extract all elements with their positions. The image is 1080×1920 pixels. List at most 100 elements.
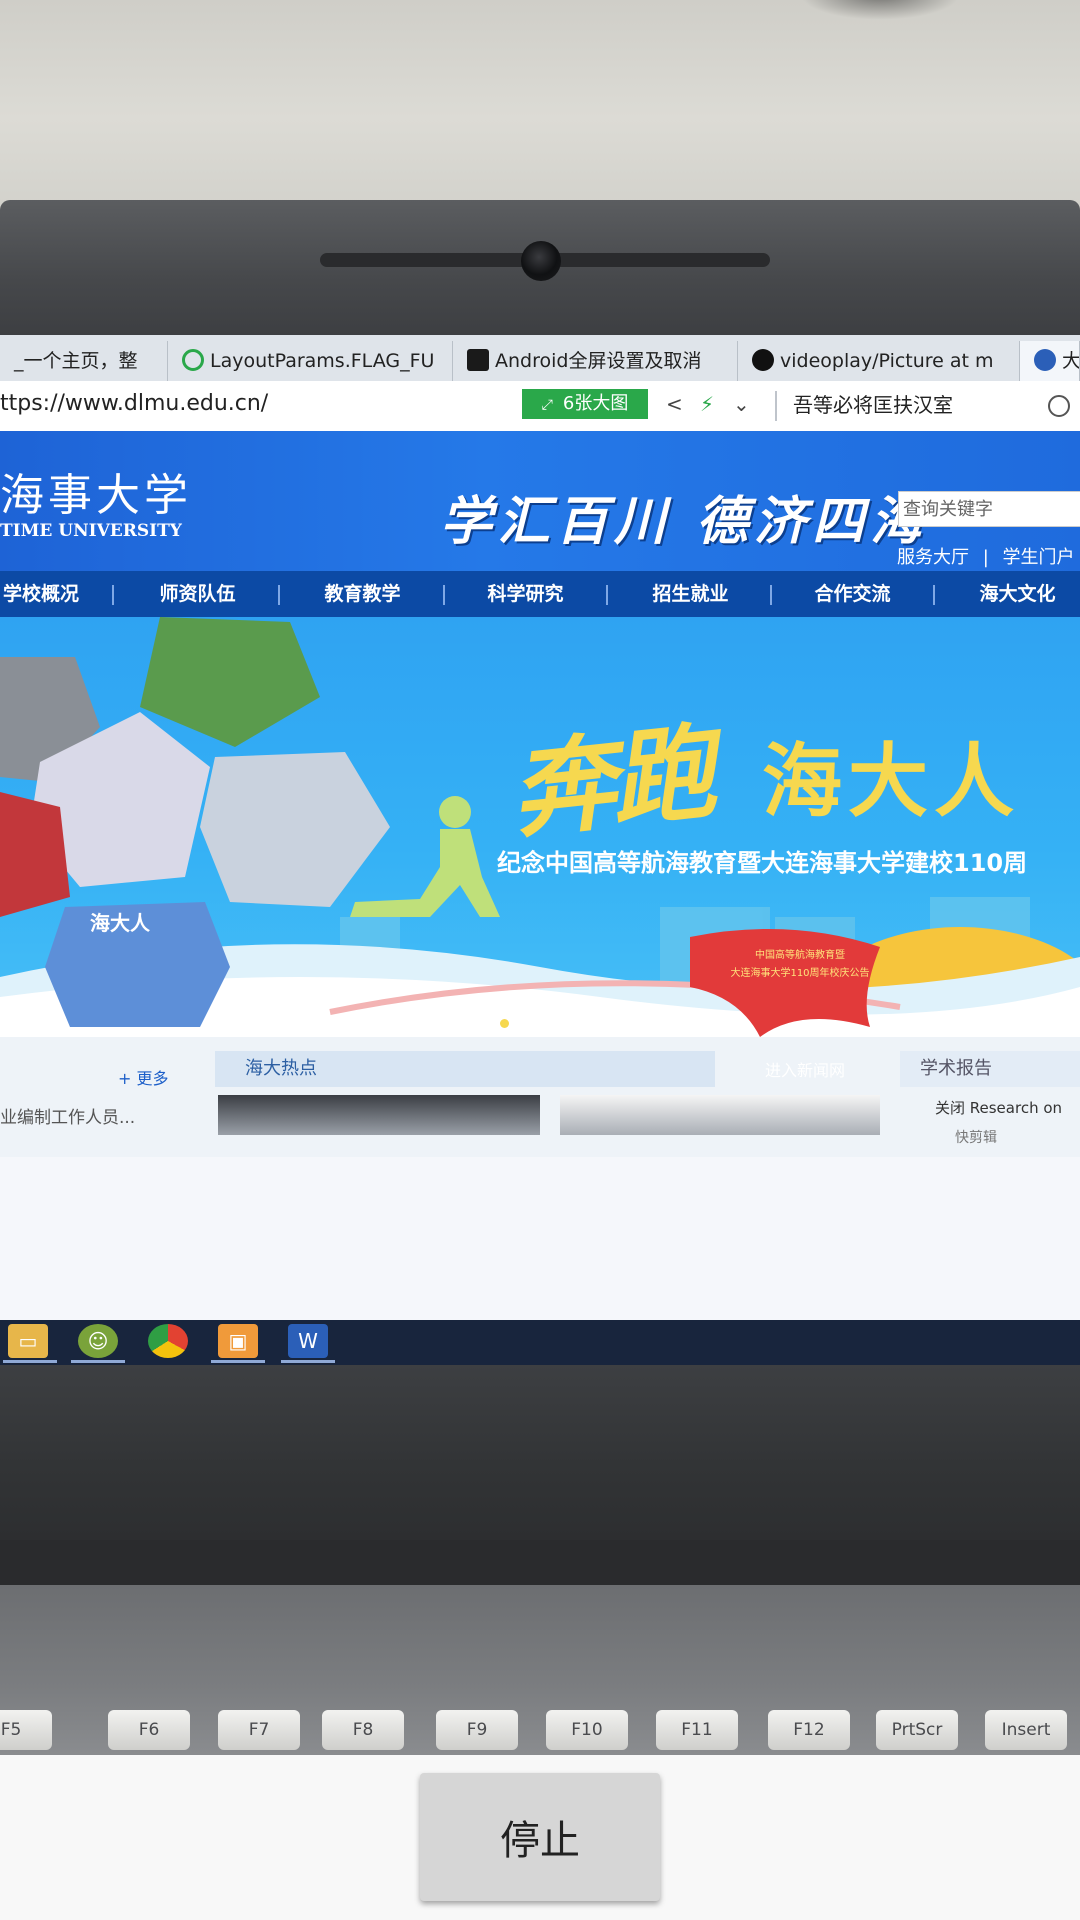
- tab-title: _一个主页，整: [14, 350, 138, 372]
- big-image-button[interactable]: ⤢ 6张大图: [522, 389, 648, 419]
- share-icon[interactable]: <: [666, 389, 683, 419]
- browser-tab[interactable]: _一个主页，整: [0, 341, 168, 381]
- browser-tab-active[interactable]: 大: [1020, 341, 1080, 381]
- tab-title: 大: [1062, 350, 1080, 372]
- task-indicator: [281, 1360, 335, 1363]
- loading-icon: [182, 349, 204, 371]
- browser-tab[interactable]: Android全屏设置及取消: [453, 341, 738, 381]
- site-favicon-icon: [467, 349, 489, 371]
- nav-divider: [770, 585, 772, 605]
- photo-caption: 海大人: [90, 911, 150, 935]
- link-separator: |: [982, 547, 989, 568]
- key: F5: [0, 1710, 52, 1750]
- tab-title: videoplay/Picture at m: [780, 350, 994, 372]
- wall-background: [0, 0, 1080, 215]
- anniversary-flag[interactable]: 中国高等航海教育暨 大连海事大学110周年校庆公告: [700, 947, 900, 983]
- address-bar: ttps://www.dlmu.edu.cn/ ⤢ 6张大图 < ⚡ ⌄ 吾等必将…: [0, 381, 1080, 432]
- big-image-label: 6张大图: [562, 393, 629, 414]
- news-thumbnail[interactable]: [560, 1095, 880, 1135]
- flag-line: 大连海事大学110周年校庆公告: [730, 968, 870, 979]
- word-icon[interactable]: W: [288, 1324, 328, 1358]
- ceiling-shadow: [800, 0, 960, 20]
- url-field[interactable]: ttps://www.dlmu.edu.cn/: [0, 381, 268, 431]
- nav-item-teaching[interactable]: 教育教学: [300, 571, 425, 617]
- keyboard-row: F5 F6 F7 F8 F9 F10 F11 F12 PrtScr Insert: [0, 1710, 1080, 1760]
- task-indicator: [71, 1360, 125, 1363]
- chevron-down-icon[interactable]: ⌄: [733, 389, 750, 419]
- news-thumbnail[interactable]: [218, 1095, 540, 1135]
- nav-item-overview[interactable]: 学校概况: [0, 571, 82, 617]
- banner-title-script: 奔跑: [505, 709, 717, 854]
- more-link[interactable]: + 更多: [118, 1065, 169, 1089]
- carousel-dot-active[interactable]: [500, 1019, 509, 1028]
- carousel-dot[interactable]: [479, 1019, 488, 1028]
- key: F9: [436, 1710, 518, 1750]
- carousel-dot[interactable]: [521, 1019, 530, 1028]
- carousel-dots: [458, 1013, 584, 1032]
- banner-carousel[interactable]: 奔跑 海大人 纪念中国高等航海教育暨大连海事大学建校110周 海大人 中国高等航…: [0, 617, 1080, 1037]
- nav-divider: [112, 585, 114, 605]
- browser-tab[interactable]: videoplay/Picture at m: [738, 341, 1020, 381]
- stop-button[interactable]: 停止: [420, 1773, 660, 1901]
- carousel-dot[interactable]: [458, 1019, 467, 1028]
- key: F7: [218, 1710, 300, 1750]
- laptop-screen: _一个主页，整 LayoutParams.FLAG_FU Android全屏设置…: [0, 335, 1080, 1365]
- nav-divider: [443, 585, 445, 605]
- browser-tab[interactable]: LayoutParams.FLAG_FU: [168, 341, 453, 381]
- site-links: 服务大厅 | 学生门户: [897, 543, 1080, 569]
- github-icon: [752, 349, 774, 371]
- expand-icon: ⤢: [541, 397, 553, 413]
- site-logo-cn[interactable]: 海事大学: [0, 459, 192, 523]
- file-explorer-icon[interactable]: ▭: [8, 1324, 48, 1358]
- carousel-dot[interactable]: [563, 1019, 572, 1028]
- site-logo-en: TIME UNIVERSITY: [0, 521, 182, 541]
- key: F10: [546, 1710, 628, 1750]
- news-site-link[interactable]: 进入新闻网: [765, 1057, 845, 1081]
- banner-subtitle: 纪念中国高等航海教育暨大连海事大学建校110周: [497, 849, 1028, 877]
- laptop-top-bezel: [0, 200, 1080, 335]
- capture-control-bar: 停止: [0, 1755, 1080, 1920]
- lightning-icon[interactable]: ⚡: [700, 389, 714, 419]
- laptop-hinge: [0, 1540, 1080, 1585]
- search-icon[interactable]: [1048, 395, 1070, 417]
- news-section: + 更多 海大热点 业编制工作人员... 进入新闻网 学术报告 关闭 Resea…: [0, 1037, 1080, 1157]
- divider: [775, 391, 777, 421]
- site-search-input[interactable]: 查询关键字: [898, 491, 1080, 527]
- webcam-icon: [521, 241, 561, 281]
- banner-title-main: 海大人: [762, 735, 1020, 828]
- nav-divider: [606, 585, 608, 605]
- nav-item-cooperation[interactable]: 合作交流: [790, 571, 915, 617]
- key: F12: [768, 1710, 850, 1750]
- report-item[interactable]: 关闭 Research on: [935, 1097, 1062, 1118]
- tab-academic-reports[interactable]: 学术报告: [900, 1051, 1080, 1087]
- task-indicator: [3, 1360, 57, 1363]
- tab-title: Android全屏设置及取消: [495, 350, 702, 372]
- tab-hot-news[interactable]: 海大热点: [215, 1051, 715, 1087]
- taskbar: ▭ ☺ ▣ W: [0, 1320, 1080, 1365]
- quick-edit-label[interactable]: 快剪辑: [955, 1127, 997, 1147]
- key: F11: [656, 1710, 738, 1750]
- student-portal-link[interactable]: 学生门户: [1003, 547, 1075, 568]
- messenger-icon[interactable]: ☺: [78, 1324, 118, 1358]
- browser-search-input[interactable]: 吾等必将匡扶汉室: [793, 389, 953, 421]
- tools-icon[interactable]: ▣: [218, 1324, 258, 1358]
- nav-item-research[interactable]: 科学研究: [463, 571, 588, 617]
- news-item[interactable]: 业编制工作人员...: [0, 1103, 135, 1128]
- service-hall-link[interactable]: 服务大厅: [897, 547, 969, 568]
- nav-item-admissions[interactable]: 招生就业: [628, 571, 753, 617]
- laptop-bottom-bezel: [0, 1365, 1080, 1565]
- browser-tab-bar: _一个主页，整 LayoutParams.FLAG_FU Android全屏设置…: [0, 335, 1080, 381]
- flag-line: 中国高等航海教育暨: [755, 950, 845, 961]
- tab-title: LayoutParams.FLAG_FU: [210, 350, 435, 372]
- nav-item-culture[interactable]: 海大文化: [955, 571, 1080, 617]
- key: PrtScr: [876, 1710, 958, 1750]
- chrome-icon[interactable]: [148, 1324, 188, 1358]
- university-favicon-icon: [1034, 349, 1056, 371]
- task-indicator: [211, 1360, 265, 1363]
- key: Insert: [985, 1710, 1067, 1750]
- site-motto: 学汇百川 德济四海: [440, 491, 929, 552]
- carousel-dot[interactable]: [542, 1019, 551, 1028]
- nav-divider: [278, 585, 280, 605]
- nav-item-faculty[interactable]: 师资队伍: [135, 571, 260, 617]
- nav-divider: [933, 585, 935, 605]
